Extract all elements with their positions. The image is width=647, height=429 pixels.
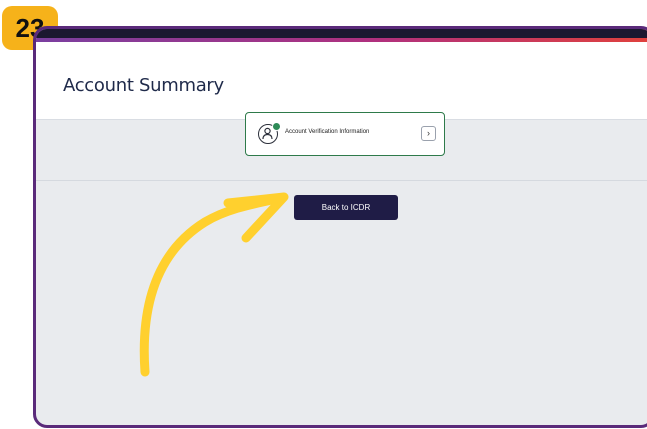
curved-arrow-annotation <box>139 192 289 377</box>
